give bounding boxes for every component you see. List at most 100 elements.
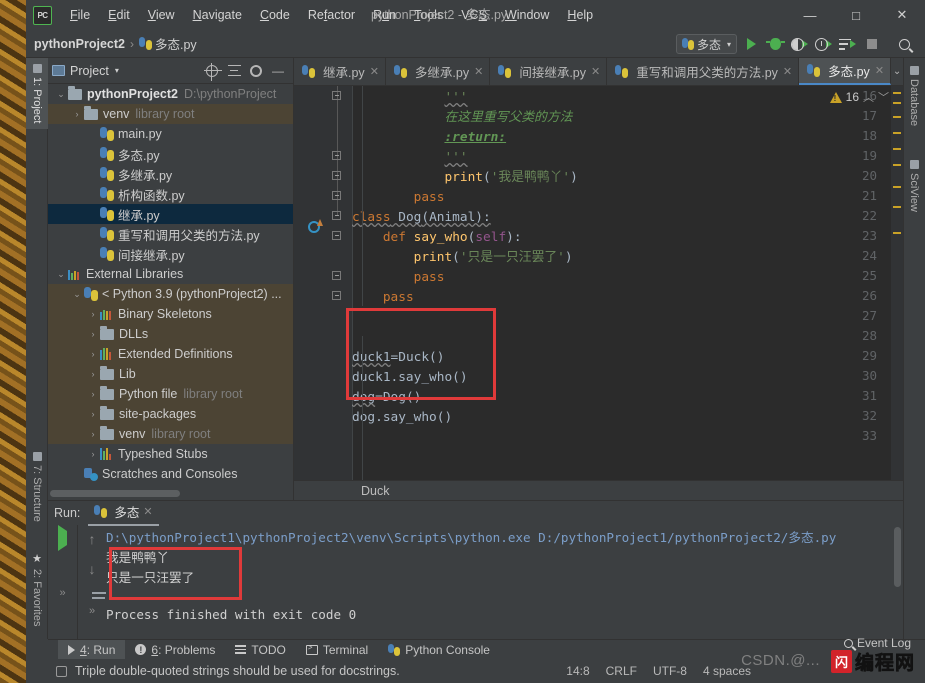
- scroll-down-button[interactable]: ↓: [89, 561, 96, 577]
- profile-button[interactable]: [813, 34, 834, 54]
- bottom-tool-tab[interactable]: !6: Problems: [125, 640, 225, 660]
- project-tree-row[interactable]: ›venvlibrary root: [48, 424, 293, 444]
- menu-item-code[interactable]: Code: [251, 0, 299, 30]
- project-tree-row[interactable]: ›Python filelibrary root: [48, 384, 293, 404]
- status-inspection-icon[interactable]: [56, 666, 67, 677]
- code-fold-toggle-icon[interactable]: [332, 231, 343, 242]
- file-encoding[interactable]: UTF-8: [653, 664, 687, 678]
- line-separator[interactable]: CRLF: [606, 664, 637, 678]
- project-tree-row[interactable]: ›Typeshed Stubs: [48, 444, 293, 464]
- stop-button[interactable]: [861, 34, 882, 54]
- collapse-all-button[interactable]: [223, 60, 245, 82]
- code-fold-toggle-icon[interactable]: [332, 211, 343, 222]
- editor-tab[interactable]: 间接继承.py✕: [490, 58, 607, 85]
- code-text[interactable]: ''' 在这里重写父类的方法 :return: ''' print('我是鸭鸭丫…: [352, 86, 903, 500]
- code-fold-toggle-icon[interactable]: [332, 151, 343, 162]
- project-tree-row[interactable]: 重写和调用父类的方法.py: [48, 224, 293, 244]
- editor-tab[interactable]: 多态.py✕: [799, 58, 891, 85]
- tree-expand-arrow-icon[interactable]: ›: [86, 369, 100, 379]
- project-settings-button[interactable]: [245, 60, 267, 82]
- code-fold-toggle-icon[interactable]: [332, 191, 343, 202]
- minimize-button[interactable]: —: [787, 0, 833, 30]
- editor-tab[interactable]: 继承.py✕: [294, 58, 386, 85]
- code-fold-toggle-icon[interactable]: [332, 271, 343, 282]
- tree-expand-arrow-icon[interactable]: ⌄: [70, 289, 84, 300]
- tree-expand-arrow-icon[interactable]: ›: [86, 309, 100, 319]
- editor-tab[interactable]: 重写和调用父类的方法.py✕: [607, 58, 799, 85]
- tree-expand-arrow-icon[interactable]: ›: [86, 389, 100, 399]
- editor-tab-close-icon[interactable]: ✕: [474, 65, 483, 78]
- project-tree-row[interactable]: ⌄pythonProject2D:\pythonProject: [48, 84, 293, 104]
- inspection-widget[interactable]: 16 ︿ ﹀: [830, 89, 889, 105]
- debug-button[interactable]: [765, 34, 786, 54]
- code-fold-toggle-icon[interactable]: [332, 291, 343, 302]
- menu-item-view[interactable]: View: [139, 0, 184, 30]
- scroll-up-button[interactable]: ↑: [89, 531, 96, 547]
- project-tree-row[interactable]: 继承.py: [48, 204, 293, 224]
- tree-expand-arrow-icon[interactable]: ›: [86, 329, 100, 339]
- tree-expand-arrow-icon[interactable]: ›: [70, 109, 84, 119]
- code-editor[interactable]: 161718192021222324252627282930313233 '''…: [294, 86, 903, 500]
- menu-item-refactor[interactable]: Refactor: [299, 0, 364, 30]
- project-tree-row[interactable]: ›Extended Definitions: [48, 344, 293, 364]
- sidebar-item-database[interactable]: Database: [903, 60, 925, 132]
- tree-expand-arrow-icon[interactable]: ⌄: [54, 89, 68, 100]
- sidebar-item-sciview[interactable]: SciView: [903, 154, 925, 218]
- project-tree-row[interactable]: 析构函数.py: [48, 184, 293, 204]
- project-horizontal-scrollbar[interactable]: [50, 490, 180, 497]
- run-button[interactable]: [741, 34, 762, 54]
- tree-expand-arrow-icon[interactable]: ⌄: [54, 269, 68, 280]
- sidebar-item-project[interactable]: 1: Project: [26, 58, 48, 129]
- project-tree-row[interactable]: main.py: [48, 124, 293, 144]
- run-coverage-button[interactable]: [789, 34, 810, 54]
- console-scrollbar[interactable]: [894, 527, 901, 587]
- close-button[interactable]: ✕: [879, 0, 925, 30]
- editor-tabs-overflow-chevron-down-icon[interactable]: ⌄: [891, 58, 903, 85]
- bottom-tool-tab[interactable]: TODO: [225, 640, 295, 660]
- search-everywhere-button[interactable]: [894, 34, 915, 54]
- tree-expand-arrow-icon[interactable]: ›: [86, 449, 100, 459]
- project-tree-row[interactable]: ›Lib: [48, 364, 293, 384]
- bottom-tool-tab[interactable]: Python Console: [378, 640, 500, 660]
- override-method-gutter-icon[interactable]: [308, 219, 320, 231]
- run-tab-close-icon[interactable]: ✕: [143, 505, 152, 518]
- project-tree-row[interactable]: 多继承.py: [48, 164, 293, 184]
- menu-item-file[interactable]: FFileile: [61, 0, 99, 30]
- tree-expand-arrow-icon[interactable]: ›: [86, 349, 100, 359]
- previous-problem-icon[interactable]: ︿: [863, 89, 874, 105]
- project-tree-row[interactable]: ›site-packages: [48, 404, 293, 424]
- editor-error-stripe[interactable]: [891, 86, 903, 500]
- editor-tab-close-icon[interactable]: ✕: [591, 65, 600, 78]
- project-view-chevron-down-icon[interactable]: ▾: [115, 66, 119, 75]
- menu-item-navigate[interactable]: Navigate: [184, 0, 251, 30]
- breadcrumb-file[interactable]: 多态.py: [155, 34, 197, 53]
- editor-tab-close-icon[interactable]: ✕: [875, 64, 884, 77]
- editor-gutter[interactable]: [294, 86, 352, 500]
- sidebar-item-structure[interactable]: 7: Structure: [26, 446, 48, 528]
- tree-expand-arrow-icon[interactable]: ›: [86, 429, 100, 439]
- project-tree[interactable]: ⌄pythonProject2D:\pythonProject›venvlibr…: [48, 84, 293, 486]
- bottom-tool-tab[interactable]: Terminal: [296, 640, 378, 660]
- maximize-button[interactable]: □: [833, 0, 879, 30]
- project-tree-row[interactable]: ›Binary Skeletons: [48, 304, 293, 324]
- select-opened-file-button[interactable]: [201, 60, 223, 82]
- project-tree-row[interactable]: ›venvlibrary root: [48, 104, 293, 124]
- project-tree-row[interactable]: ›DLLs: [48, 324, 293, 344]
- more-options-right-button[interactable]: »: [89, 605, 95, 617]
- editor-tab-close-icon[interactable]: ✕: [783, 65, 792, 78]
- caret-position[interactable]: 14:8: [566, 664, 589, 678]
- code-fold-toggle-icon[interactable]: [332, 91, 343, 102]
- project-tree-row[interactable]: 多态.py: [48, 144, 293, 164]
- breadcrumb-project[interactable]: pythonProject2: [34, 37, 125, 51]
- project-tree-row[interactable]: ⌄External Libraries: [48, 264, 293, 284]
- run-tab-active[interactable]: 多态 ✕: [88, 500, 158, 526]
- menu-item-edit[interactable]: Edit: [99, 0, 139, 30]
- project-tree-row[interactable]: 间接继承.py: [48, 244, 293, 264]
- project-tree-row[interactable]: ⌄< Python 3.9 (pythonProject2) ...: [48, 284, 293, 304]
- project-tree-row[interactable]: Scratches and Consoles: [48, 464, 293, 484]
- editor-tab-close-icon[interactable]: ✕: [370, 65, 379, 78]
- bottom-tool-tab[interactable]: 4: Run: [58, 640, 125, 660]
- run-configuration-selector[interactable]: 多态 ▾: [676, 34, 737, 54]
- next-problem-icon[interactable]: ﹀: [878, 89, 889, 105]
- run-with-console-button[interactable]: [837, 34, 858, 54]
